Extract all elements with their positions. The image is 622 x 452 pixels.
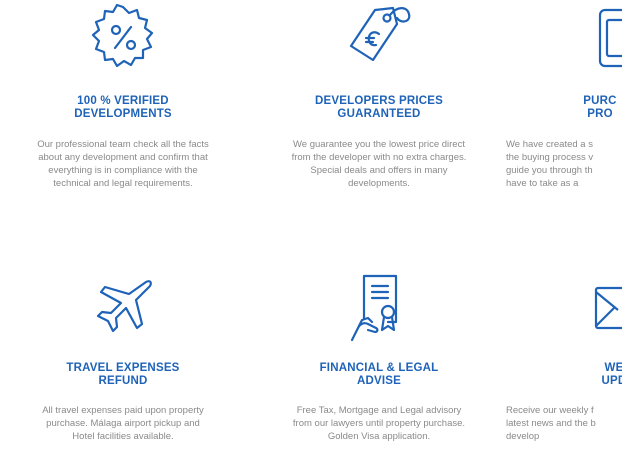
feature-description: All travel expenses paid upon property p… — [42, 405, 204, 442]
feature-travel-expenses: TRAVEL EXPENSES REFUND All travel expens… — [8, 0, 238, 452]
airplane-icon — [88, 272, 158, 342]
certificate-document-icon — [344, 272, 414, 344]
feature-title: TRAVEL EXPENSES REFUND — [66, 362, 180, 387]
envelope-icon — [592, 284, 622, 334]
feature-title: FINANCIAL & LEGAL ADVISE — [319, 362, 439, 387]
feature-financial-legal: FINANCIAL & LEGAL ADVISE Free Tax, Mortg… — [264, 0, 494, 452]
feature-title: WE UPD — [601, 362, 622, 387]
feature-description: Free Tax, Mortgage and Legal advisory fr… — [292, 405, 466, 442]
feature-weekly-updates: WE UPD Receive our weekly f latest news … — [506, 0, 622, 452]
feature-description: Receive our weekly f latest news and the… — [506, 405, 596, 442]
